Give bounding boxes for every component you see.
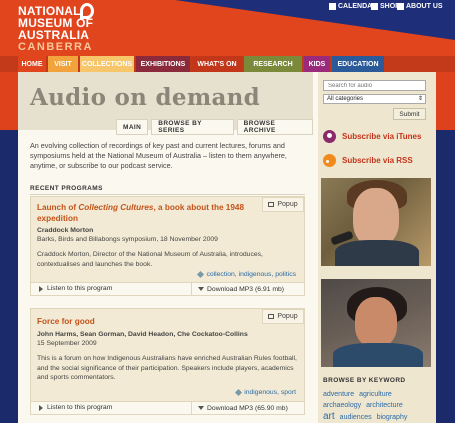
listen-label: Listen to this program — [47, 285, 113, 292]
logo-line-3[interactable]: AUSTRALIA — [18, 29, 89, 41]
popup-label: Popup — [277, 201, 298, 208]
main-column: Audio on demand MAIN BROWSE BY SERIES BR… — [18, 72, 313, 423]
category-select[interactable]: All categories ⇕ — [323, 94, 426, 104]
program-tags: collection, indigenous, politics — [197, 270, 296, 279]
itunes-label: Subscribe via iTunes — [342, 132, 422, 141]
face — [353, 188, 399, 246]
popup-button[interactable]: Popup — [262, 309, 304, 324]
select-arrows-icon: ⇕ — [417, 96, 423, 102]
program-description: Craddock Morton, Director of the Nationa… — [37, 251, 263, 268]
keyword-heading: BROWSE BY KEYWORD — [323, 377, 406, 384]
tag-icon — [197, 270, 205, 279]
download-icon — [198, 287, 204, 291]
nav-item-visit[interactable]: VISIT — [48, 56, 78, 72]
keyword-link[interactable]: adventure — [323, 391, 354, 398]
keyword-link[interactable]: agriculture — [359, 391, 392, 398]
program-actions: Listen to this program Download MP3 (65.… — [31, 401, 304, 414]
intro-text: An evolving collection of recordings of … — [30, 141, 287, 170]
program-card: Force for good Popup John Harms, Sean Go… — [30, 308, 305, 415]
site-header: NATIONAL MUSEUM OF AUSTRALIA CANBERRA CA… — [0, 0, 455, 56]
keyword-link[interactable]: audiences — [340, 414, 372, 421]
category-value: All categories — [327, 96, 364, 102]
speaker-photo[interactable] — [321, 178, 431, 266]
listen-label: Listen to this program — [47, 404, 113, 411]
program-series-link[interactable]: Barks, Birds and Billabongs symposium — [37, 236, 156, 243]
tab-browse-by-series[interactable]: BROWSE BY SERIES — [151, 119, 234, 135]
program-card: Launch of Collecting Cultures, a book ab… — [30, 196, 305, 296]
program-tag-links[interactable]: collection, indigenous, politics — [206, 271, 296, 278]
tag-icon — [235, 388, 243, 397]
keyword-link[interactable]: architecture — [366, 402, 403, 409]
about-link[interactable]: ABOUT US — [397, 3, 443, 10]
divider — [30, 194, 305, 195]
shirt — [335, 240, 419, 266]
program-date: , 18 November 2009 — [156, 236, 218, 243]
nav-item-research[interactable]: RESEARCH — [244, 56, 302, 72]
face — [355, 297, 397, 347]
nav-item-education[interactable]: EDUCATION — [332, 56, 384, 72]
program-date: 15 September 2009 — [37, 340, 97, 347]
submit-button[interactable]: Submit — [393, 108, 426, 120]
program-title[interactable]: Launch of Collecting Cultures, a book ab… — [37, 203, 267, 224]
nav-item-home[interactable]: HOME — [18, 56, 46, 72]
program-title[interactable]: Force for good — [37, 317, 95, 328]
play-icon — [39, 285, 43, 292]
program-tag-links[interactable]: indigenous, sport — [244, 389, 296, 396]
rss-icon — [323, 154, 336, 167]
keyword-link[interactable]: art — [323, 411, 335, 422]
popup-icon — [268, 202, 275, 207]
tab-browse-archive[interactable]: BROWSE ARCHIVE — [236, 119, 313, 135]
page-content: Audio on demand MAIN BROWSE BY SERIES BR… — [18, 72, 436, 423]
main-nav: HOME VISIT COLLECTIONS EXHIBITIONS WHAT'… — [0, 56, 455, 72]
download-icon — [198, 406, 204, 410]
page-title: Audio on demand — [30, 84, 261, 111]
about-label: ABOUT US — [406, 3, 443, 10]
download-mp3-button[interactable]: Download MP3 (65.90 mb) — [191, 402, 304, 414]
program-meta: Barks, Birds and Billabongs symposium, 1… — [37, 235, 218, 245]
listen-button[interactable]: Listen to this program — [39, 285, 112, 292]
keyword-link[interactable]: biography — [377, 414, 408, 421]
nav-item-exhibitions[interactable]: EXHIBITIONS — [136, 56, 190, 72]
program-title-line-2: expedition — [37, 213, 78, 223]
keyword-link[interactable]: archaeology — [323, 402, 361, 409]
calendar-icon — [329, 3, 336, 10]
program-actions: Listen to this program Download MP3 (6.9… — [31, 282, 304, 295]
search-input[interactable] — [323, 80, 426, 91]
nav-item-kids[interactable]: KIDS — [304, 56, 330, 72]
recent-programs-heading: RECENT PROGRAMS — [30, 185, 103, 192]
sidebar: All categories ⇕ Submit Subscribe via iT… — [318, 72, 436, 423]
itunes-subscribe-link[interactable]: Subscribe via iTunes — [323, 130, 421, 143]
popup-button[interactable]: Popup — [262, 197, 304, 212]
info-icon — [397, 3, 404, 10]
shop-icon — [371, 3, 378, 10]
program-tags: indigenous, sport — [235, 388, 296, 397]
program-description: This is a forum on how Indigenous Austra… — [37, 355, 297, 381]
tab-main[interactable]: MAIN — [116, 119, 149, 135]
popup-icon — [268, 314, 275, 319]
nav-item-collections[interactable]: COLLECTIONS — [80, 56, 134, 72]
keyword-cloud: adventure agriculture archaeology architec… — [323, 389, 431, 423]
download-label: Download MP3 (6.91 mb) — [207, 285, 285, 293]
popup-label: Popup — [277, 313, 298, 320]
shop-link[interactable]: SHOP — [371, 3, 400, 10]
rss-label: Subscribe via RSS — [342, 156, 413, 165]
program-title-book: Collecting Cultures — [78, 203, 154, 212]
logo-line-4[interactable]: CANBERRA — [18, 42, 93, 53]
play-icon — [39, 404, 43, 411]
program-title-prefix: Launch of — [37, 203, 79, 212]
itunes-icon — [323, 130, 336, 143]
listen-button[interactable]: Listen to this program — [39, 404, 112, 411]
tab-bar: MAIN BROWSE BY SERIES BROWSE ARCHIVE — [116, 119, 313, 135]
nav-item-whats-on[interactable]: WHAT'S ON — [192, 56, 242, 72]
rss-subscribe-link[interactable]: Subscribe via RSS — [323, 154, 413, 167]
speaker-photo[interactable] — [321, 279, 431, 367]
shirt — [333, 343, 423, 367]
download-label: Download MP3 (65.90 mb) — [207, 404, 288, 412]
download-mp3-button[interactable]: Download MP3 (6.91 mb) — [191, 283, 304, 295]
program-title-suffix: , a book about the 1948 — [153, 203, 244, 212]
